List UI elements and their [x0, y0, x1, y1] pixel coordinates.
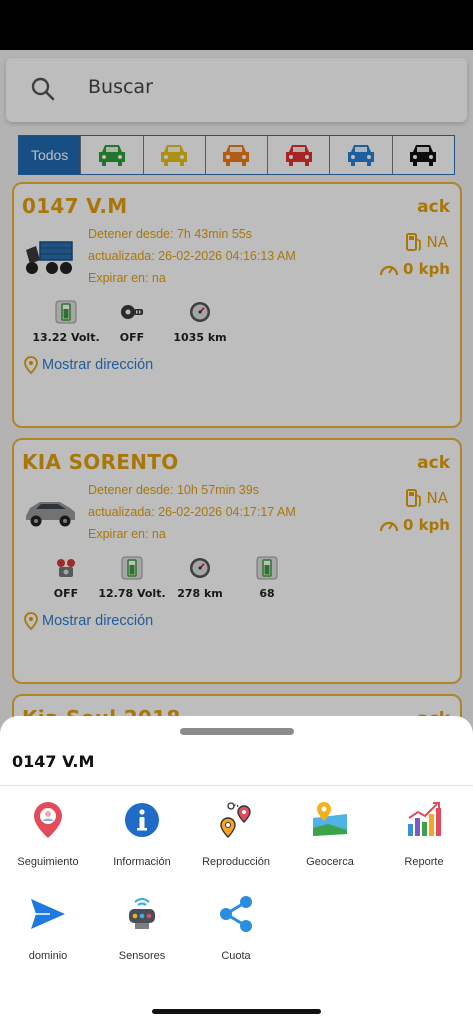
action-dominio[interactable]: dominio: [1, 894, 95, 962]
action-reproduccion[interactable]: Reproducción: [189, 800, 283, 868]
action-cuota[interactable]: Cuota: [189, 894, 283, 962]
action-reporte[interactable]: Reporte: [377, 800, 471, 868]
sensors-icon: [129, 897, 155, 929]
action-label: Reporte: [404, 856, 444, 868]
action-sensores[interactable]: Sensores: [95, 894, 189, 962]
action-informacion[interactable]: Información: [95, 800, 189, 868]
info-icon: [125, 803, 159, 837]
share-icon: [220, 896, 252, 932]
sheet-drag-handle[interactable]: [180, 728, 294, 735]
action-label: Cuota: [221, 950, 251, 962]
divider: [0, 785, 473, 786]
action-label: dominio: [28, 950, 68, 962]
action-label: Seguimiento: [17, 856, 79, 868]
status-bar: [0, 0, 473, 50]
action-geocerca[interactable]: Geocerca: [283, 800, 377, 868]
send-icon: [31, 899, 65, 929]
action-label: Reproducción: [202, 856, 270, 868]
route-playback-icon: [220, 802, 251, 838]
action-label: Información: [113, 856, 171, 868]
geofence-map-icon: [313, 802, 347, 836]
home-indicator[interactable]: [152, 1009, 321, 1014]
sheet-title: 0147 V.M: [12, 752, 95, 771]
tracking-pin-icon: [34, 802, 62, 838]
vehicle-actions-sheet: 0147 V.M Seguimiento Información Reprodu…: [0, 716, 473, 1024]
report-chart-icon: [408, 802, 441, 836]
action-label: Sensores: [118, 950, 166, 962]
action-seguimiento[interactable]: Seguimiento: [1, 800, 95, 868]
action-label: Geocerca: [306, 856, 354, 868]
